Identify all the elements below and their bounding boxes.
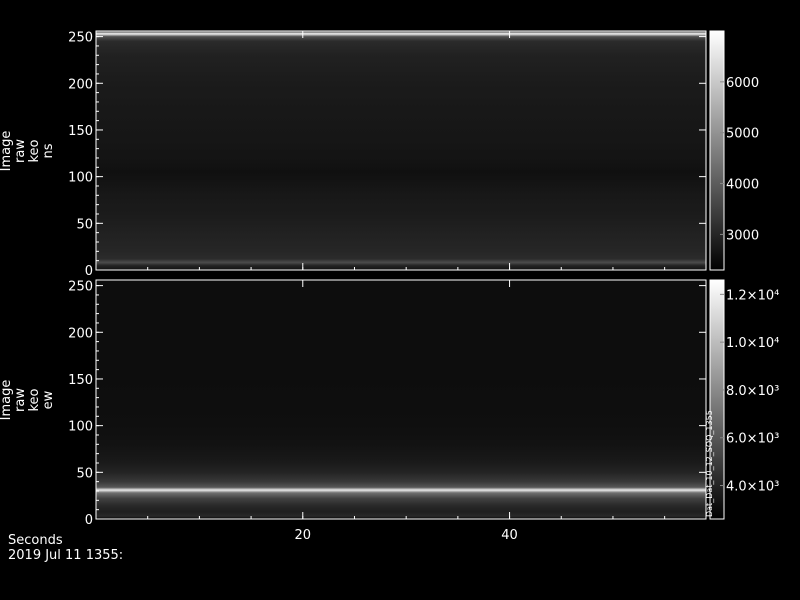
timestamp: 2019 Jul 11 1355: [8, 548, 124, 563]
colorbar-tick-label: 6.0×10³ [726, 432, 779, 447]
y-tick-label: 100 [68, 171, 93, 186]
y-tick-label: 200 [68, 77, 93, 92]
y-axis-label-ew-1: raw [13, 388, 28, 412]
y-tick-label: 0 [85, 513, 93, 528]
colorbar-tick-label: 8.0×10³ [726, 384, 779, 399]
y-tick-label: 0 [85, 264, 93, 279]
x-axis-title: Seconds [8, 533, 63, 548]
y-tick-label: 150 [68, 373, 93, 388]
figure: 050100150200250 Image raw keo ns 3000400… [0, 30, 779, 543]
x-tick-label: 20 [295, 528, 312, 543]
colorbar-tick-label: 1.0×10⁴ [726, 336, 779, 351]
keogram-image-ns [96, 31, 706, 270]
y-tick-label: 50 [76, 466, 93, 481]
colorbar-tick-label: 4000 [726, 178, 759, 193]
panel-ew: 0 50 100 150 200 250 20 40 Image raw keo ew 4.… [0, 279, 779, 543]
y-axis-label-ew-3: ew [41, 390, 56, 409]
colorbar-tick-label: 5000 [726, 127, 759, 142]
y-axis-label-ew-0: Image [0, 380, 14, 421]
colorbar-tick-label: 6000 [726, 76, 759, 91]
colorbar-tick-label: 4.0×10³ [726, 480, 779, 495]
keogram-image-ew [96, 280, 706, 519]
colorbar-tick-label: 3000 [726, 228, 759, 243]
y-tick-label: 250 [68, 280, 93, 295]
y-axis-label-ns-0: Image [0, 131, 14, 172]
y-axis-label-ns-3: ns [41, 143, 56, 158]
colorbar-ticks-ns: 3000 4000 5000 6000 [720, 76, 759, 243]
y-tick-label: 50 [76, 217, 93, 232]
y-tick-label: 250 [68, 31, 93, 46]
panel-ns: 0 50 100 150 200 250 Image raw keo ns 3000 400… [0, 30, 759, 279]
colorbar-tick-label: 1.2×10⁴ [726, 288, 779, 303]
x-tick-label: 40 [501, 528, 518, 543]
y-tick-label: 100 [68, 420, 93, 435]
y-axis-label-ns-1: raw [13, 139, 28, 163]
colorbar-ticks-ew: 4.0×10³ 6.0×10³ 8.0×10³ 1.0×10⁴ 1.2×10⁴ [720, 288, 779, 495]
y-axis-label-ew-2: keo [27, 388, 42, 411]
y-tick-label: 150 [68, 124, 93, 139]
y-axis-label-ns-2: keo [27, 139, 42, 162]
footer: Seconds 2019 Jul 11 1355: [8, 533, 123, 563]
colorbar-side-text-ew: Dat_Dat_10_12_SOQ_1355 [705, 410, 714, 517]
y-tick-label: 200 [68, 326, 93, 341]
